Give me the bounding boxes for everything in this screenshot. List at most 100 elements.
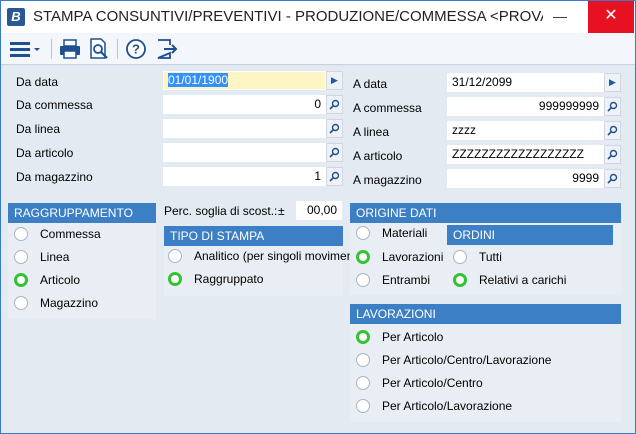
da-linea-label: Da linea: [16, 122, 61, 136]
raggruppamento-option-commessa[interactable]: Commessa: [14, 227, 101, 241]
radio-button[interactable]: [356, 399, 370, 413]
origine-dati-option-materiali[interactable]: Materiali: [356, 226, 427, 240]
raggruppamento-panel: RAGGRUPPAMENTO Commessa Linea Articolo M…: [8, 203, 156, 319]
radio-button[interactable]: [356, 226, 370, 240]
radio-button-selected[interactable]: [168, 272, 182, 286]
a-commessa-field[interactable]: 999999999: [447, 97, 604, 116]
radio-button[interactable]: [168, 249, 182, 263]
origine-dati-title: ORIGINE DATI: [350, 203, 621, 223]
da-linea-field[interactable]: [163, 119, 326, 138]
lavorazioni-panel: LAVORAZIONI Per Articolo Per Articolo/Ce…: [350, 304, 621, 422]
help-icon: ?: [126, 39, 146, 59]
da-magazzino-label: Da magazzino: [16, 170, 93, 184]
a-magazzino-field[interactable]: 9999: [447, 169, 604, 188]
search-icon: [607, 125, 618, 136]
da-data-label: Da data: [16, 75, 59, 89]
lavorazioni-option-per-articolo[interactable]: Per Articolo: [356, 330, 443, 344]
radio-button[interactable]: [356, 376, 370, 390]
search-icon: [329, 99, 340, 110]
exit-icon: [157, 39, 178, 59]
search-icon: [329, 123, 340, 134]
radio-button-selected[interactable]: [453, 273, 467, 287]
search-icon: [607, 101, 618, 112]
tipo-stampa-panel: TIPO DI STAMPA Analitico (per singoli mo…: [164, 226, 357, 296]
search-icon: [329, 171, 340, 182]
a-articolo-field[interactable]: ZZZZZZZZZZZZZZZZZZ: [447, 145, 604, 164]
da-data-field[interactable]: 01/01/1900: [163, 71, 326, 90]
da-commessa-label: Da commessa: [16, 98, 93, 112]
tipo-stampa-option-raggruppato[interactable]: Raggruppato: [168, 272, 263, 286]
da-articolo-search-button[interactable]: [326, 143, 343, 162]
radio-button[interactable]: [14, 250, 28, 264]
print-preview-icon: [90, 38, 108, 59]
da-magazzino-field[interactable]: 1: [163, 167, 326, 186]
radio-button[interactable]: [14, 227, 28, 241]
da-data-picker-button[interactable]: ▶: [326, 71, 343, 90]
lavorazioni-option-articolo-centro[interactable]: Per Articolo/Centro: [356, 376, 483, 390]
da-commessa-search-button[interactable]: [326, 95, 343, 114]
a-linea-field[interactable]: zzzz: [447, 121, 604, 140]
exit-button[interactable]: [154, 37, 180, 61]
ordini-panel: ORDINI Tutti Relativi a carichi: [447, 223, 613, 293]
da-commessa-field[interactable]: 0: [163, 95, 326, 114]
toolbar-separator: [117, 39, 118, 59]
raggruppamento-option-linea[interactable]: Linea: [14, 250, 69, 264]
radio-button[interactable]: [453, 250, 467, 264]
lavorazioni-option-articolo-lavorazione[interactable]: Per Articolo/Lavorazione: [356, 399, 512, 413]
toolbar: ?: [1, 33, 635, 65]
lavorazioni-title: LAVORAZIONI: [350, 304, 621, 324]
ordini-option-tutti[interactable]: Tutti: [453, 250, 502, 264]
a-commessa-search-button[interactable]: [604, 97, 621, 116]
radio-button-selected[interactable]: [356, 330, 370, 344]
origine-dati-option-lavorazioni[interactable]: Lavorazioni: [356, 250, 443, 264]
toolbar-separator: [51, 39, 52, 59]
da-magazzino-search-button[interactable]: [326, 167, 343, 186]
a-linea-search-button[interactable]: [604, 121, 621, 140]
soglia-field[interactable]: 00,00: [296, 201, 342, 220]
app-window: B STAMPA CONSUNTIVI/PREVENTIVI - PRODUZI…: [0, 0, 636, 434]
app-logo: B: [7, 8, 25, 26]
search-icon: [329, 147, 340, 158]
a-data-label: A data: [353, 77, 388, 91]
close-button[interactable]: ✕: [588, 1, 634, 33]
help-button[interactable]: ?: [123, 37, 149, 61]
da-linea-search-button[interactable]: [326, 119, 343, 138]
print-preview-button[interactable]: [86, 37, 112, 61]
a-commessa-label: A commessa: [353, 101, 422, 115]
main-content: Da data 01/01/1900 ▶ Da commessa 0 Da li…: [1, 66, 635, 433]
soglia-label: Perc. soglia di scost.:: [164, 204, 278, 218]
a-magazzino-label: A magazzino: [353, 173, 422, 187]
print-button[interactable]: [57, 37, 83, 61]
a-articolo-search-button[interactable]: [604, 145, 621, 164]
a-articolo-label: A articolo: [353, 149, 403, 163]
a-linea-label: A linea: [353, 125, 390, 139]
menu-icon: [10, 42, 40, 57]
arrow-right-icon: ▶: [609, 77, 616, 87]
origine-dati-option-entrambi[interactable]: Entrambi: [356, 273, 430, 287]
origine-dati-panel: ORIGINE DATI Materiali Lavorazioni Entra…: [350, 203, 621, 295]
search-icon: [607, 173, 618, 184]
search-icon: [607, 149, 618, 160]
radio-button[interactable]: [356, 353, 370, 367]
raggruppamento-option-magazzino[interactable]: Magazzino: [14, 296, 98, 310]
svg-text:?: ?: [132, 42, 140, 57]
a-magazzino-search-button[interactable]: [604, 169, 621, 188]
raggruppamento-title: RAGGRUPPAMENTO: [8, 203, 156, 223]
tipo-stampa-title: TIPO DI STAMPA: [164, 226, 343, 246]
lavorazioni-option-articolo-centro-lavorazione[interactable]: Per Articolo/Centro/Lavorazione: [356, 353, 551, 367]
minimize-button[interactable]: —: [537, 1, 583, 33]
raggruppamento-option-articolo[interactable]: Articolo: [14, 273, 80, 287]
arrow-right-icon: ▶: [331, 75, 338, 85]
a-data-picker-button[interactable]: ▶: [604, 73, 621, 92]
tipo-stampa-option-analitico[interactable]: Analitico (per singoli moviment: [168, 249, 357, 263]
da-articolo-field[interactable]: [163, 143, 326, 162]
da-articolo-label: Da articolo: [16, 146, 74, 160]
radio-button[interactable]: [14, 296, 28, 310]
radio-button-selected[interactable]: [14, 273, 28, 287]
soglia-sign: ±: [278, 204, 285, 218]
ordini-option-relativi-a-carichi[interactable]: Relativi a carichi: [453, 273, 566, 287]
radio-button-selected[interactable]: [356, 250, 370, 264]
radio-button[interactable]: [356, 273, 370, 287]
a-data-field[interactable]: 31/12/2099: [447, 73, 604, 92]
menu-button[interactable]: [7, 37, 45, 61]
